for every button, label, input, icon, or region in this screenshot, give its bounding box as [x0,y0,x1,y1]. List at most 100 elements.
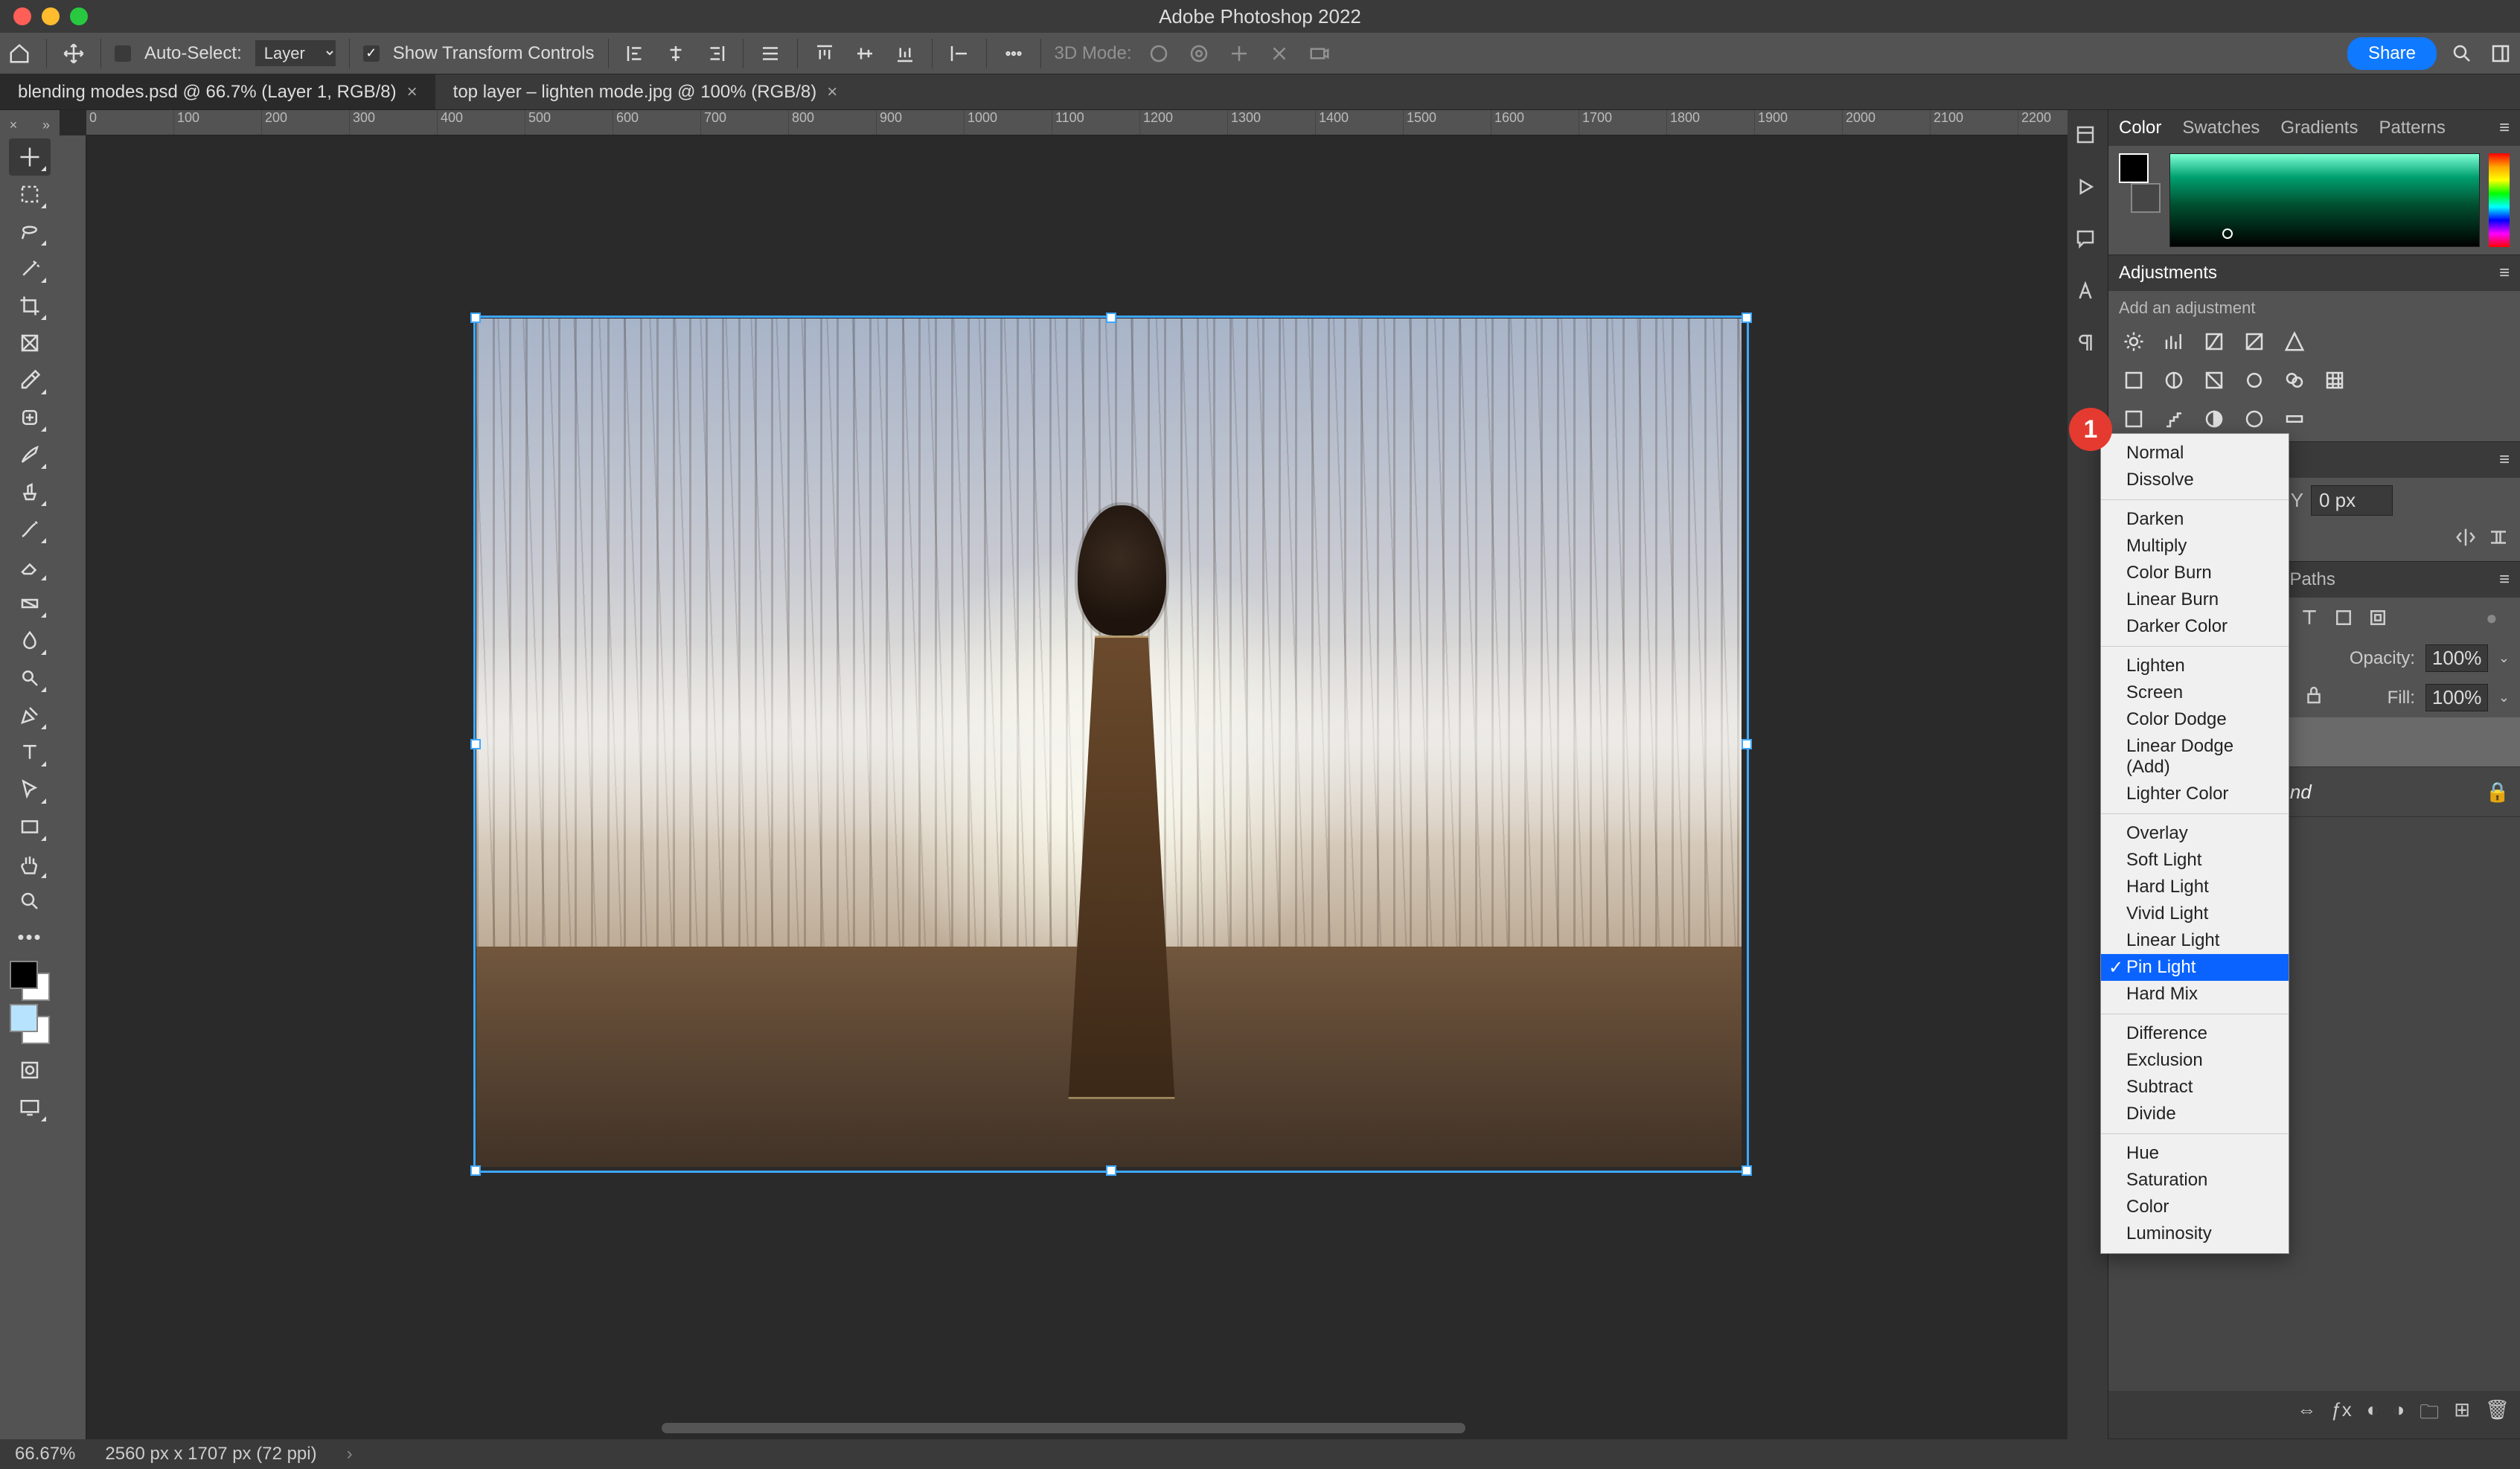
zoom-level[interactable]: 66.67% [15,1444,75,1465]
screen-mode-icon[interactable] [9,1089,51,1126]
close-icon[interactable]: × [827,82,837,103]
blend-mode-option[interactable]: Normal [2101,440,2289,467]
panel-menu-icon[interactable]: ≡ [2499,569,2510,590]
blend-mode-option[interactable]: Darken [2101,506,2289,533]
move-tool-icon[interactable] [60,40,87,67]
frame-tool[interactable] [9,324,51,362]
eyedropper-tool[interactable] [9,362,51,399]
hue-slider[interactable] [2489,153,2510,247]
rectangle-tool[interactable] [9,808,51,845]
color-balance-adjustment-icon[interactable] [2159,365,2189,395]
gradient-tool[interactable] [9,585,51,622]
brush-tool[interactable] [9,436,51,473]
filter-toggle-icon[interactable]: ● [2486,607,2510,630]
blend-mode-option[interactable]: Color Burn [2101,560,2289,586]
edit-toolbar-icon[interactable]: ••• [11,920,48,955]
tab-swatches[interactable]: Swatches [2182,118,2260,138]
history-panel-icon[interactable] [2074,124,2101,150]
chevron-down-icon[interactable]: ⌄ [2498,690,2510,705]
brightness-adjustment-icon[interactable] [2119,327,2149,356]
layer-mask-icon[interactable]: ◐ [2367,1398,2379,1431]
close-icon[interactable]: × [407,82,418,103]
blend-mode-option[interactable]: Divide [2101,1101,2289,1127]
align-to-icon[interactable] [946,40,973,67]
move-tool[interactable] [9,138,51,176]
align-left-icon[interactable] [622,40,649,67]
foreground-background-swatch[interactable] [10,1004,50,1044]
quick-mask-icon[interactable] [9,1052,51,1089]
align-bottom-icon[interactable] [892,40,918,67]
channel-mixer-adjustment-icon[interactable] [2280,365,2309,395]
gradient-map-adjustment-icon[interactable] [2280,404,2309,434]
new-adjustment-icon[interactable]: ◑ [2393,1398,2405,1431]
comments-panel-icon[interactable] [2074,228,2101,255]
tools-collapse-icon[interactable]: × [0,116,28,134]
type-tool[interactable] [9,734,51,771]
blend-mode-option[interactable]: Linear Light [2101,927,2289,954]
blend-mode-option[interactable]: Color [2101,1194,2289,1220]
document-canvas[interactable] [476,319,1742,1167]
panel-menu-icon[interactable]: ≡ [2499,449,2510,470]
blend-mode-option[interactable]: Lighter Color [2101,781,2289,807]
horizontal-ruler[interactable]: 0100200300400500600700800900100011001200… [86,110,2068,135]
levels-adjustment-icon[interactable] [2159,327,2189,356]
chevron-down-icon[interactable]: ⌄ [2498,650,2510,666]
transform-handle[interactable] [1742,313,1752,323]
blend-mode-option[interactable]: Screen [2101,679,2289,706]
pen-tool[interactable] [9,697,51,734]
blend-mode-dropdown[interactable]: NormalDissolveDarkenMultiplyColor BurnLi… [2100,433,2289,1254]
document-tab-active[interactable]: blending modes.psd @ 66.7% (Layer 1, RGB… [0,74,435,109]
panel-menu-icon[interactable]: ≡ [2499,263,2510,284]
photo-filter-adjustment-icon[interactable] [2239,365,2269,395]
blur-tool[interactable] [9,622,51,659]
blend-mode-option[interactable]: Exclusion [2101,1047,2289,1074]
lock-icon[interactable]: 🔒 [2486,781,2510,804]
align-canvas-icon[interactable] [2487,526,2510,554]
align-center-v-icon[interactable] [851,40,878,67]
lock-all-icon[interactable] [2303,684,2325,711]
layer-style-icon[interactable]: ƒx [2331,1398,2351,1431]
new-layer-icon[interactable]: ⊞ [2454,1398,2470,1431]
fill-field[interactable]: 100% [2425,684,2488,711]
tools-columns-icon[interactable]: » [32,116,60,134]
workspace-icon[interactable] [2487,40,2514,67]
more-options-icon[interactable] [1000,40,1027,67]
marquee-tool[interactable] [9,176,51,213]
blend-mode-option[interactable]: Darker Color [2101,613,2289,640]
history-brush-tool[interactable] [9,511,51,548]
blend-mode-option[interactable]: Difference [2101,1020,2289,1047]
horizontal-scrollbar[interactable] [662,1423,1465,1433]
blend-mode-option[interactable]: Overlay [2101,820,2289,847]
eraser-tool[interactable] [9,548,51,585]
filter-shape-icon[interactable] [2332,607,2356,630]
exposure-adjustment-icon[interactable] [2239,327,2269,356]
tab-paths[interactable]: Paths [2289,569,2335,590]
blend-mode-option[interactable]: Linear Burn [2101,586,2289,613]
blend-mode-option[interactable]: Soft Light [2101,847,2289,874]
magic-wand-tool[interactable] [9,250,51,287]
dodge-tool[interactable] [9,659,51,697]
properties-y-field[interactable]: 0 px [2311,485,2393,516]
tab-color[interactable]: Color [2119,118,2161,138]
threshold-adjustment-icon[interactable] [2199,404,2229,434]
actions-panel-icon[interactable] [2074,176,2101,202]
auto-select-checkbox[interactable] [115,45,131,62]
invert-adjustment-icon[interactable] [2119,404,2149,434]
blend-mode-option[interactable]: Pin Light [2101,954,2289,981]
bw-adjustment-icon[interactable] [2199,365,2229,395]
transform-handle[interactable] [1742,1165,1752,1176]
color-picker-ramp[interactable] [2169,153,2480,247]
curves-adjustment-icon[interactable] [2199,327,2229,356]
blend-mode-option[interactable]: Multiply [2101,533,2289,560]
lasso-tool[interactable] [9,213,51,250]
opacity-field[interactable]: 100% [2425,644,2488,672]
lut-adjustment-icon[interactable] [2320,365,2350,395]
healing-brush-tool[interactable] [9,399,51,436]
align-top-icon[interactable] [811,40,838,67]
align-center-h-icon[interactable] [662,40,689,67]
hue-sat-adjustment-icon[interactable] [2119,365,2149,395]
chevron-right-icon[interactable]: › [347,1444,353,1465]
hand-tool[interactable] [9,845,51,883]
vertical-ruler[interactable] [60,135,86,1439]
color-fg-bg-swatch[interactable] [2119,153,2161,213]
